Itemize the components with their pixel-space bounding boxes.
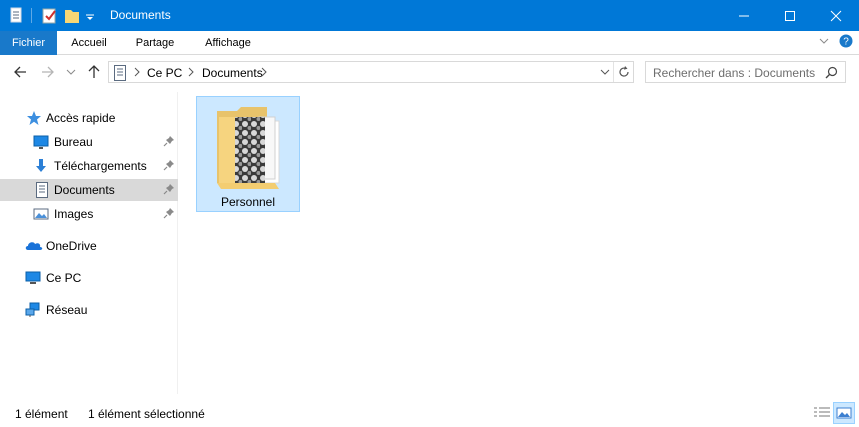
address-divider xyxy=(613,62,614,82)
status-bar: 1 élément 1 élément sélectionné xyxy=(0,400,859,426)
sidebar-item-label: Réseau xyxy=(46,303,88,317)
sidebar-item-documents[interactable]: Documents xyxy=(0,179,178,201)
sidebar-item-this-pc[interactable]: Ce PC xyxy=(0,267,178,289)
selection-count: 1 élément sélectionné xyxy=(88,407,205,421)
sidebar-item-label: Ce PC xyxy=(46,271,82,285)
search-icon[interactable] xyxy=(825,66,838,82)
pictures-icon xyxy=(33,206,49,222)
details-view-icon[interactable] xyxy=(811,402,833,424)
refresh-icon[interactable] xyxy=(617,65,631,82)
sidebar-item-desktop[interactable]: Bureau xyxy=(0,131,178,153)
sidebar-item-quick-access[interactable]: Accès rapide xyxy=(0,107,178,129)
up-button[interactable] xyxy=(84,62,104,82)
item-count: 1 élément xyxy=(15,407,68,421)
minimize-button[interactable] xyxy=(721,0,767,31)
breadcrumb-this-pc[interactable]: Ce PC xyxy=(147,66,182,80)
ribbon: Fichier Accueil Partage Affichage ? xyxy=(0,31,859,55)
tab-home[interactable]: Accueil xyxy=(60,31,118,55)
large-icons-view-icon[interactable] xyxy=(833,402,855,424)
pin-icon[interactable] xyxy=(163,159,175,171)
breadcrumb-documents[interactable]: Documents xyxy=(202,66,263,80)
sidebar-item-label: Documents xyxy=(54,183,115,197)
sidebar-item-label: Accès rapide xyxy=(46,111,116,125)
breadcrumb-separator-icon[interactable] xyxy=(260,65,268,82)
network-icon xyxy=(25,302,41,318)
title-bar: Documents xyxy=(0,0,859,31)
pin-icon[interactable] xyxy=(163,183,175,195)
tab-file[interactable]: Fichier xyxy=(0,31,57,55)
search-input[interactable]: Rechercher dans : Documents xyxy=(653,66,815,80)
maximize-button[interactable] xyxy=(767,0,813,31)
sidebar-item-label: Images xyxy=(54,207,94,221)
sidebar-item-network[interactable]: Réseau xyxy=(0,299,178,321)
breadcrumb-separator-icon[interactable] xyxy=(187,65,195,82)
sidebar-item-label: OneDrive xyxy=(46,239,97,253)
address-dropdown-icon[interactable] xyxy=(599,66,611,81)
checklist-icon[interactable] xyxy=(40,6,58,26)
sidebar-item-onedrive[interactable]: OneDrive xyxy=(0,235,178,257)
tab-view[interactable]: Affichage xyxy=(194,31,262,55)
this-pc-icon xyxy=(25,270,41,286)
sidebar-item-label: Bureau xyxy=(54,135,93,149)
folder-name: Personnel xyxy=(220,195,276,209)
properties-icon[interactable] xyxy=(8,6,24,26)
new-folder-icon[interactable] xyxy=(63,6,81,26)
search-box[interactable]: Rechercher dans : Documents xyxy=(645,61,846,83)
customize-toolbar-icon[interactable] xyxy=(85,6,95,26)
breadcrumb-separator-icon[interactable] xyxy=(133,65,141,82)
address-bar[interactable]: Ce PC Documents xyxy=(108,61,634,83)
close-button[interactable] xyxy=(813,0,859,31)
downloads-icon xyxy=(33,158,49,174)
onedrive-icon xyxy=(25,238,43,254)
back-button[interactable] xyxy=(11,62,31,82)
navigation-pane: Accès rapide Bureau Téléchargements Docu… xyxy=(0,92,178,394)
folder-item[interactable]: Personnel xyxy=(196,96,300,212)
sidebar-item-pictures[interactable]: Images xyxy=(0,203,178,225)
expand-ribbon-icon[interactable] xyxy=(818,35,830,50)
file-list: Personnel xyxy=(180,92,859,394)
pin-icon[interactable] xyxy=(163,135,175,147)
sidebar-item-label: Téléchargements xyxy=(54,159,147,173)
folder-icon xyxy=(215,103,283,192)
documents-icon xyxy=(34,182,50,198)
help-icon[interactable]: ? xyxy=(839,34,853,51)
pin-icon[interactable] xyxy=(163,207,175,219)
tab-share[interactable]: Partage xyxy=(124,31,186,55)
sidebar-item-downloads[interactable]: Téléchargements xyxy=(0,155,178,177)
window-title: Documents xyxy=(110,8,171,22)
star-icon xyxy=(26,110,42,126)
qa-divider xyxy=(31,8,32,23)
desktop-icon xyxy=(33,134,49,150)
svg-text:?: ? xyxy=(843,37,849,48)
forward-button[interactable] xyxy=(38,62,58,82)
documents-icon xyxy=(113,65,127,84)
recent-locations-button[interactable] xyxy=(64,62,84,82)
